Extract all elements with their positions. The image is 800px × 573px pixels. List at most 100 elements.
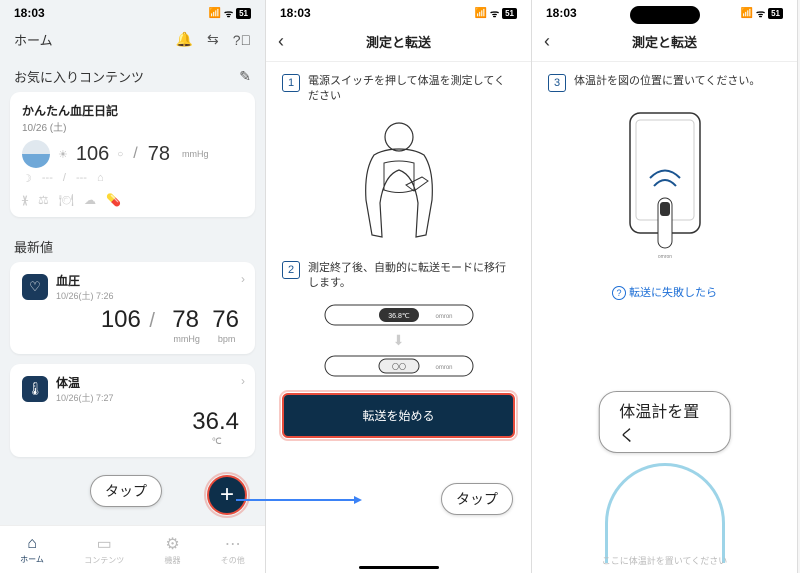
help-icon[interactable]: ?⃝ (233, 32, 251, 48)
step-text: 電源スイッチを押して体温を測定してください (308, 74, 515, 105)
bell-icon[interactable]: 🔔 (176, 31, 193, 48)
signal-icon: 📶 (741, 8, 753, 19)
svg-text:36.8℃: 36.8℃ (388, 313, 410, 320)
device-icon: ⚙ (165, 534, 179, 554)
status-time: 18:03 (280, 6, 311, 20)
step-text: 測定終了後、自動的に転送モードに移行します。 (308, 261, 515, 292)
diary-sys: 106 (76, 143, 109, 166)
help-link[interactable]: ?転送に失敗したら (532, 278, 797, 306)
status-icons: 📶 ᯤ 51 (209, 6, 252, 20)
diary-marker: ○ (117, 149, 123, 160)
weight-icon: ⚖ (38, 193, 49, 207)
step-text: 体温計を図の位置に置いてください。 (574, 74, 760, 89)
temp-val: 36.4 (192, 408, 239, 436)
placement-illustration: omron (532, 98, 797, 278)
screen-home: 18:03 📶 ᯤ 51 ホーム 🔔 ⇆ ?⃝ お気に入りコンテンツ ✎ かんた… (0, 0, 266, 573)
tap-callout: タップ (90, 475, 162, 507)
body-illustration (266, 111, 531, 249)
back-button[interactable]: ‹ (278, 31, 284, 52)
screen-transfer-guide: 18:03 📶ᯤ51 ‹ 測定と転送 1 電源スイッチを押して体温を測定してくだ… (266, 0, 532, 573)
step-number: 1 (282, 74, 300, 92)
diary-date: 10/26 (土) (22, 119, 243, 134)
status-time: 18:03 (14, 6, 45, 20)
bp-name: 血圧 (56, 272, 114, 289)
status-bar: 18:03 📶 ᯤ 51 (0, 0, 265, 22)
placement-outline (605, 463, 725, 563)
bp-icon: ♡ (22, 274, 48, 300)
contents-icon: ▭ (97, 534, 112, 554)
status-time: 18:03 (546, 6, 577, 20)
placement-hint: ここに体温計を置いてください (602, 554, 727, 567)
temp-name: 体温 (56, 374, 114, 391)
tab-home[interactable]: ⌂ホーム (20, 535, 44, 565)
signal-icon: 📶 (475, 8, 487, 19)
sleep-icon: ☁ (84, 193, 96, 207)
screen-place-device: 18:03 📶ᯤ51 ‹ 測定と転送 3 体温計を図の位置に置いてください。 o… (532, 0, 798, 573)
pill-icon: 💊 (106, 193, 121, 207)
thermometer-illustration: 36.8℃ omron ⬇ 〇〇 omron (266, 298, 531, 383)
battery-icon: 51 (502, 8, 517, 19)
temp-card[interactable]: 🌡 体温 10/26(土) 7:27 › 36.4℃ (10, 364, 255, 457)
bp-sys: 106 (101, 306, 141, 333)
tab-device[interactable]: ⚙機器 (165, 534, 181, 566)
bp-card[interactable]: ♡ 血圧 10/26(土) 7:26 › 106 / 78mmHg 76bpm (10, 262, 255, 354)
step-3: 3 体温計を図の位置に置いてください。 (532, 62, 797, 98)
down-arrow-icon: ⬇ (393, 332, 405, 349)
step-1: 1 電源スイッチを押して体温を測定してください (266, 62, 531, 111)
battery-icon: 51 (768, 8, 783, 19)
wifi-icon: ᯤ (490, 6, 499, 20)
bp-dia: 78 (172, 306, 199, 334)
home-indicator (359, 566, 439, 569)
diary-card[interactable]: かんたん血圧日記 10/26 (土) ☀ 106 ○ / 78 mmHg ☽ -… (10, 92, 255, 217)
question-icon: ? (612, 286, 626, 300)
wifi-icon: ᯤ (224, 6, 233, 20)
place-callout: 体温計を置く (598, 391, 731, 453)
diary-unit: mmHg (182, 149, 209, 159)
bp-pulse: 76 (212, 306, 239, 334)
tab-contents[interactable]: ▭コンテンツ (84, 534, 124, 566)
start-transfer-button[interactable]: 転送を始める (282, 393, 515, 438)
sun-icon: ☀ (58, 148, 68, 161)
favorites-header: お気に入りコンテンツ ✎ (0, 57, 265, 92)
guide-arrow (236, 499, 356, 501)
other-icon: ⋯ (225, 534, 241, 554)
walk-icon: ᚕ (22, 193, 28, 207)
svg-text:omron: omron (435, 365, 452, 371)
back-button[interactable]: ‹ (544, 31, 550, 52)
favorites-title: お気に入りコンテンツ (14, 67, 144, 86)
tabbar: ⌂ホーム ▭コンテンツ ⚙機器 ⋯その他 (0, 525, 265, 573)
header: ホーム 🔔 ⇆ ?⃝ (0, 22, 265, 57)
svg-text:omron: omron (657, 254, 671, 260)
svg-text:〇〇: 〇〇 (392, 363, 406, 371)
status-bar: 18:03 📶ᯤ51 (266, 0, 531, 22)
sync-icon[interactable]: ⇆ (207, 31, 219, 48)
latest-title: 最新値 (14, 237, 53, 256)
temp-datetime: 10/26(土) 7:27 (56, 391, 114, 404)
step-number: 3 (548, 74, 566, 92)
page-title: 測定と転送 (632, 32, 697, 51)
home-icon: ⌂ (27, 535, 37, 553)
svg-text:omron: omron (435, 314, 452, 320)
step-2: 2 測定終了後、自動的に転送モードに移行します。 (266, 249, 531, 298)
diary-title: かんたん血圧日記 (22, 102, 243, 119)
tab-other[interactable]: ⋯その他 (221, 534, 245, 566)
step-number: 2 (282, 261, 300, 279)
edit-icon[interactable]: ✎ (239, 68, 251, 85)
thermometer-icon: 🌡 (22, 376, 48, 402)
bp-datetime: 10/26(土) 7:26 (56, 289, 114, 302)
moon-icon: ☽ (22, 172, 32, 185)
food-icon: 🍽 (59, 193, 74, 207)
latest-header: 最新値 (0, 227, 265, 262)
wifi-icon: ᯤ (756, 6, 765, 20)
page-title: ホーム (14, 30, 53, 49)
chevron-right-icon: › (241, 374, 245, 388)
header: ‹ 測定と転送 (266, 22, 531, 62)
page-title: 測定と転送 (366, 32, 431, 51)
header: ‹ 測定と転送 (532, 22, 797, 62)
diary-dia: 78 (148, 143, 170, 166)
add-fab[interactable]: + (207, 475, 247, 515)
signal-icon: 📶 (209, 8, 221, 19)
battery-icon: 51 (236, 8, 251, 19)
tap-callout: タップ (441, 483, 513, 515)
chevron-right-icon: › (241, 272, 245, 286)
